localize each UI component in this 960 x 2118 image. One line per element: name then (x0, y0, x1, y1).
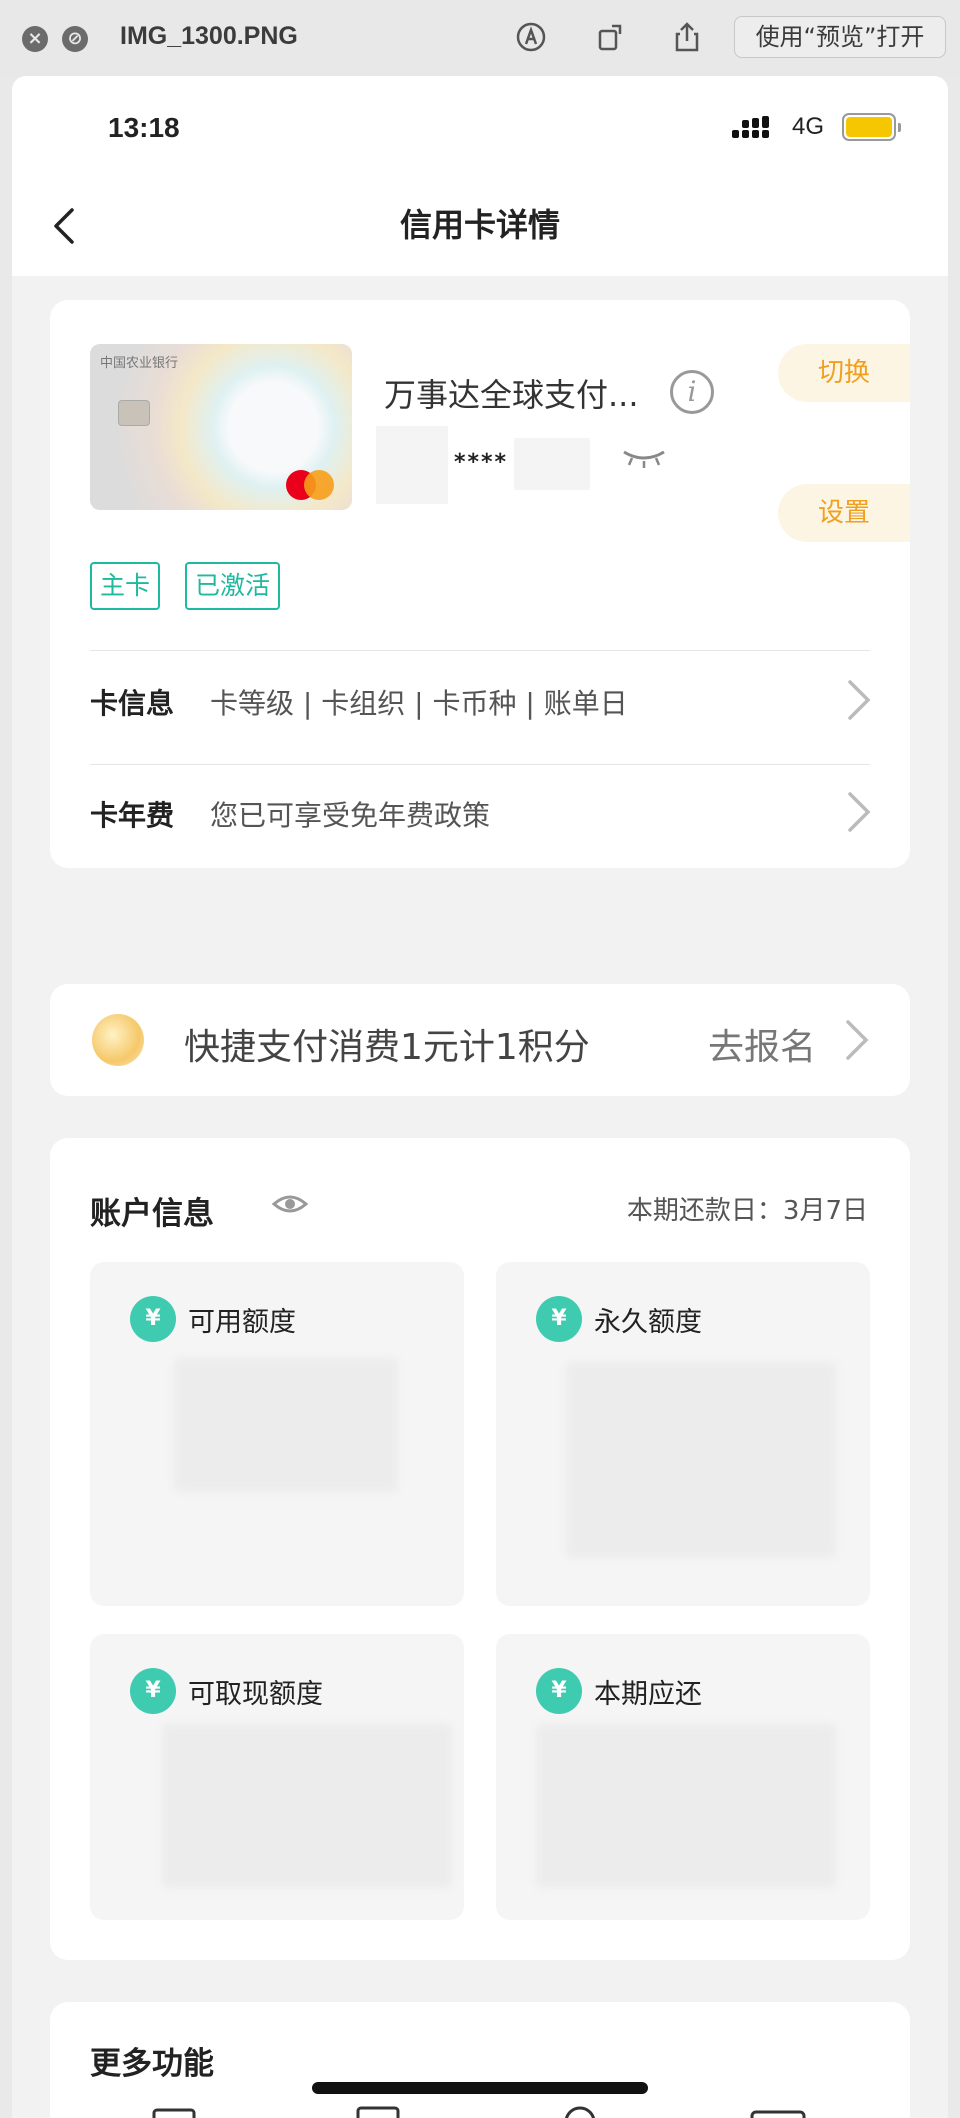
eye-icon[interactable] (272, 1190, 308, 1218)
money-bag-icon: ¥ (536, 1668, 582, 1714)
activated-tag: 已激活 (185, 562, 281, 610)
section-title: 账户信息 (90, 1196, 214, 1232)
tile-label: 本期应还 (594, 1679, 702, 1710)
row-value: 卡等级 | 卡组织 | 卡币种 | 账单日 (210, 687, 628, 720)
block-icon[interactable]: ⊘ (62, 26, 88, 52)
page-title: 信用卡详情 (399, 206, 560, 244)
status-time: 13:18 (108, 112, 180, 143)
masked-amount (174, 1358, 398, 1492)
open-with-preview-button[interactable]: 使用“预览”打开 (734, 16, 946, 58)
promo-banner[interactable]: 快捷支付消费1元计1积分 去报名 (50, 984, 910, 1096)
bill-clock-icon[interactable] (150, 2102, 210, 2118)
close-icon[interactable]: × (22, 26, 48, 52)
masked-number-part (376, 426, 448, 504)
divider (90, 650, 870, 651)
more-functions-panel: 更多功能 (50, 2002, 910, 2118)
chevron-right-icon (846, 1020, 869, 1060)
status-bar: 13:18 4G (12, 76, 948, 176)
card-user-icon[interactable] (750, 2102, 810, 2118)
promo-text: 快捷支付消费1元计1积分 (184, 1027, 590, 1068)
cash-advance-tile[interactable]: ¥ 可取现额度 (90, 1634, 464, 1920)
info-icon[interactable]: i (670, 370, 714, 414)
row-label: 卡信息 (90, 687, 175, 720)
battery-icon (842, 113, 901, 141)
masked-amount (162, 1724, 452, 1888)
preview-toolbar: × ⊘ IMG_1300.PNG 使用“预览”打开 (0, 0, 960, 76)
network-type: 4G (792, 113, 825, 140)
bank-name: 中国农业银行 (100, 356, 179, 371)
due-date: 本期还款日：3月7日 (626, 1196, 868, 1226)
switch-button[interactable]: 切换 (778, 344, 910, 402)
coin-icon (92, 1014, 144, 1066)
tile-label: 可取现额度 (188, 1679, 323, 1710)
primary-card-tag: 主卡 (90, 562, 161, 610)
tile-label: 永久额度 (594, 1307, 702, 1338)
home-indicator[interactable] (312, 2082, 648, 2094)
share-icon[interactable] (670, 20, 704, 54)
account-info-panel: 账户信息 本期还款日：3月7日 ¥ 可用额度 ¥ 永久额度 ¥ 可取现额度 ¥ … (50, 1138, 910, 1960)
money-bag-icon: ¥ (130, 1668, 176, 1714)
money-bag-icon: ¥ (130, 1296, 176, 1342)
navigation-bar: 信用卡详情 (12, 176, 948, 276)
money-bag-icon: ¥ (536, 1296, 582, 1342)
settings-button[interactable]: 设置 (778, 484, 910, 542)
section-title: 更多功能 (90, 2046, 214, 2082)
masked-amount (536, 1724, 836, 1888)
permanent-credit-tile[interactable]: ¥ 永久额度 (496, 1262, 870, 1606)
mastercard-logo-right (304, 470, 334, 500)
rotate-icon[interactable] (594, 20, 628, 54)
statement-icon[interactable] (350, 2102, 410, 2118)
row-value: 您已可享受免年费政策 (210, 799, 491, 832)
chip-icon (118, 400, 150, 426)
masked-number-part (514, 438, 590, 490)
card-image: 中国农业银行 (90, 344, 352, 510)
row-label: 卡年费 (90, 799, 175, 832)
tile-label: 可用额度 (188, 1307, 296, 1338)
markup-icon[interactable] (514, 20, 548, 54)
promo-signup-link[interactable]: 去报名 (708, 1018, 816, 1070)
current-due-tile[interactable]: ¥ 本期应还 (496, 1634, 870, 1920)
divider (90, 764, 870, 765)
phone-screen: 13:18 4G 信用卡详情 中国农业银行 万事达全球支付... i 切换 **… (12, 76, 948, 2118)
chevron-right-icon (848, 792, 871, 832)
user-icon[interactable] (550, 2102, 610, 2118)
file-title: IMG_1300.PNG (120, 22, 298, 50)
card-title: 万事达全球支付... (384, 376, 639, 414)
available-credit-tile[interactable]: ¥ 可用额度 (90, 1262, 464, 1606)
credit-card-panel: 中国农业银行 万事达全球支付... i 切换 **** 主卡 已激活 设置 卡信… (50, 300, 910, 868)
signal-icon (732, 116, 769, 138)
eye-closed-icon[interactable] (622, 448, 666, 468)
masked-number: **** (454, 450, 509, 475)
chevron-right-icon (848, 680, 871, 720)
masked-amount (566, 1362, 836, 1558)
